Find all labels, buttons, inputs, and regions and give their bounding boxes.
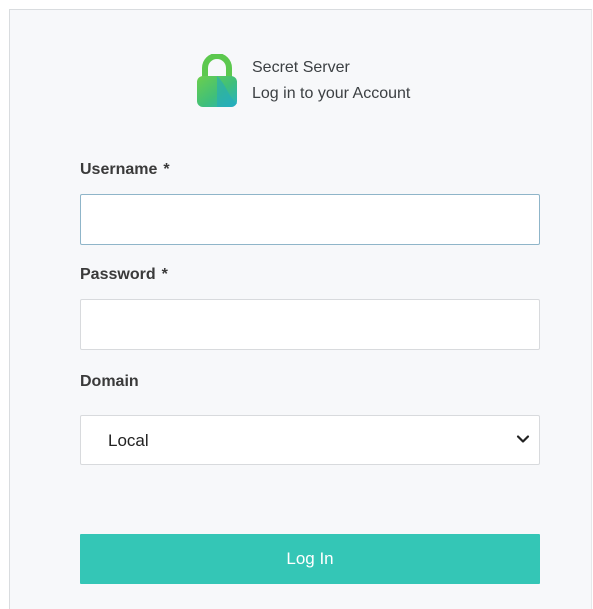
app-name: Secret Server: [252, 59, 350, 76]
password-label: Password *: [80, 266, 168, 284]
login-button[interactable]: Log In: [80, 534, 540, 584]
domain-selected-value: Local: [108, 431, 149, 450]
domain-label: Domain: [80, 373, 139, 391]
chevron-down-icon: [516, 435, 530, 443]
required-marker: *: [163, 161, 170, 178]
domain-select[interactable]: Local: [80, 415, 540, 465]
login-header: Secret Server Log in to your Account: [196, 54, 410, 108]
password-label-text: Password: [80, 266, 156, 283]
padlock-logo-icon: [197, 54, 237, 107]
username-label-text: Username: [80, 161, 158, 178]
login-subtitle: Log in to your Account: [252, 85, 411, 102]
username-input[interactable]: [80, 194, 540, 245]
required-marker: *: [161, 266, 168, 283]
password-input[interactable]: [80, 299, 540, 350]
domain-label-text: Domain: [80, 373, 139, 390]
login-card: Secret Server Log in to your Account Use…: [9, 9, 592, 609]
username-label: Username *: [80, 161, 170, 179]
